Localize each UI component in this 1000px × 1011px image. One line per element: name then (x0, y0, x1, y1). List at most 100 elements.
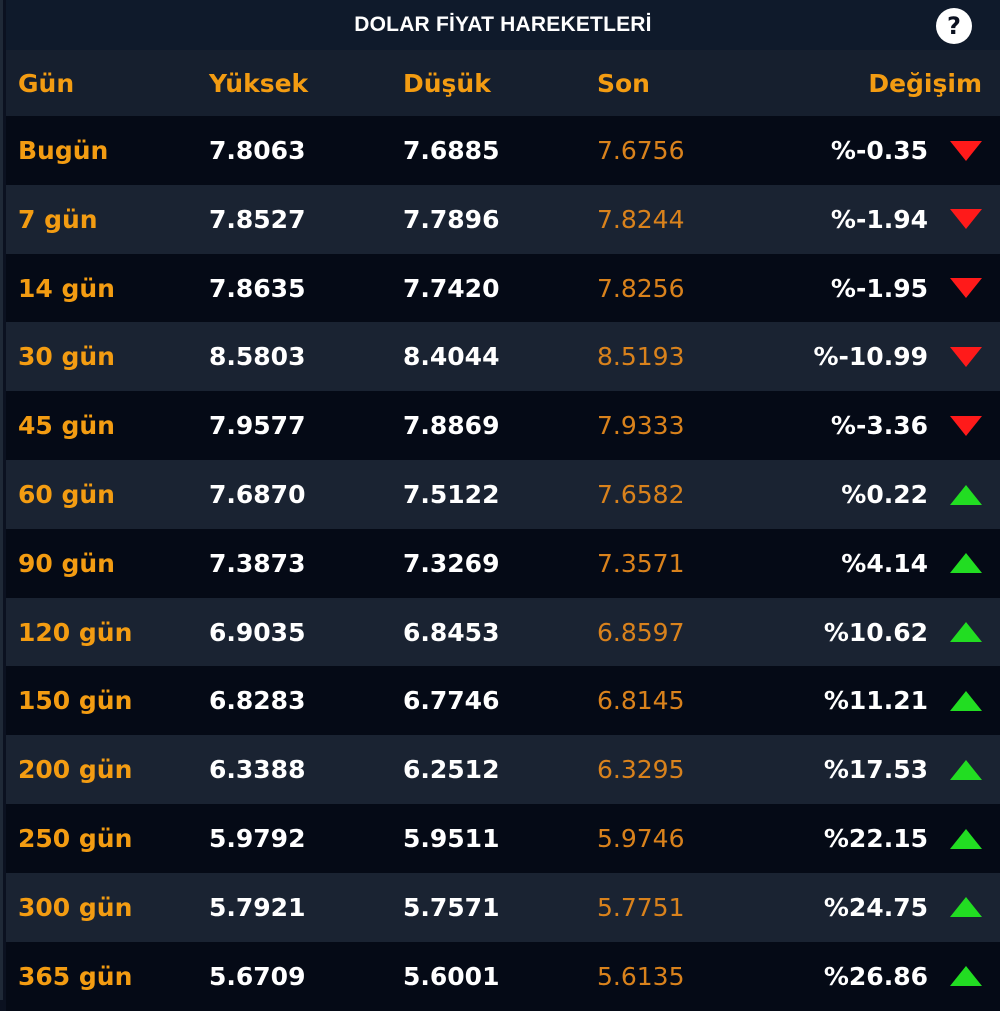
row-last: 7.6756 (597, 136, 685, 165)
row-last: 6.8597 (597, 617, 685, 647)
row-last: 8.5193 (597, 342, 685, 372)
row-period: 300 gün (18, 892, 133, 922)
row-change: %-3.36 (830, 411, 928, 441)
triangle-down-icon (950, 346, 982, 367)
row-period: Bugün (18, 136, 109, 165)
row-high: 8.5803 (209, 342, 306, 372)
table-row: 150 gün 6.8283 6.7746 6.8145 %11.21 (6, 666, 1000, 736)
row-change: %11.21 (823, 686, 928, 716)
row-high: 6.9035 (209, 617, 306, 647)
row-last: 7.8256 (597, 273, 685, 303)
row-change: %-10.99 (813, 342, 928, 372)
triangle-up-icon (950, 622, 982, 643)
row-low: 8.4044 (403, 342, 500, 372)
table-row: 30 gün 8.5803 8.4044 8.5193 %-10.99 (6, 322, 1000, 392)
row-low: 7.6885 (403, 136, 500, 165)
row-period: 150 gün (18, 686, 133, 716)
row-change: %-1.94 (830, 204, 928, 234)
triangle-up-icon (950, 553, 982, 574)
row-low: 7.8869 (403, 411, 500, 441)
row-low: 6.2512 (403, 755, 500, 785)
row-change: %17.53 (823, 755, 928, 785)
row-high: 7.6870 (209, 480, 306, 509)
row-change: %0.22 (841, 480, 928, 509)
row-high: 5.9792 (209, 824, 306, 853)
row-change: %26.86 (823, 961, 928, 991)
title-bar: DOLAR FİYAT HAREKETLERİ ? (6, 0, 1000, 50)
row-period: 7 gün (18, 204, 98, 234)
row-low: 7.7896 (403, 204, 500, 234)
table-row: 14 gün 7.8635 7.7420 7.8256 %-1.95 (6, 253, 1000, 323)
row-high: 6.8283 (209, 686, 306, 716)
row-low: 7.3269 (403, 548, 500, 578)
header-gun: Gün (18, 68, 75, 98)
triangle-up-icon (950, 828, 982, 849)
triangle-up-icon (950, 966, 982, 987)
row-last: 5.9746 (597, 824, 685, 853)
row-low: 7.5122 (403, 480, 500, 509)
row-high: 7.3873 (209, 548, 306, 578)
row-last: 6.8145 (597, 686, 685, 716)
help-icon[interactable]: ? (936, 8, 972, 44)
header-degisim: Değişim (868, 68, 982, 98)
row-period: 90 gün (18, 548, 115, 578)
triangle-up-icon (950, 897, 982, 918)
row-high: 7.8063 (209, 136, 306, 165)
triangle-up-icon (950, 484, 982, 505)
row-period: 365 gün (18, 961, 133, 991)
row-period: 200 gün (18, 755, 133, 785)
table-header: Gün Yüksek Düşük Son Değişim (6, 50, 1000, 116)
row-high: 7.8527 (209, 204, 306, 234)
table-row: 120 gün 6.9035 6.8453 6.8597 %10.62 (6, 597, 1000, 667)
triangle-down-icon (950, 140, 982, 161)
row-last: 6.3295 (597, 755, 685, 785)
row-change: %22.15 (823, 824, 928, 853)
triangle-up-icon (950, 759, 982, 780)
header-dusuk: Düşük (403, 68, 491, 98)
row-change: %10.62 (823, 617, 928, 647)
table-row: 300 gün 5.7921 5.7571 5.7751 %24.75 (6, 872, 1000, 942)
header-son: Son (597, 68, 650, 98)
price-movements-widget: DOLAR FİYAT HAREKETLERİ ? Gün Yüksek Düş… (0, 0, 1000, 1011)
table-row: 90 gün 7.3873 7.3269 7.3571 %4.14 (6, 528, 1000, 598)
row-change: %-1.95 (830, 273, 928, 303)
row-last: 7.6582 (597, 480, 685, 509)
widget-title: DOLAR FİYAT HAREKETLERİ (354, 13, 652, 36)
row-period: 30 gün (18, 342, 115, 372)
triangle-down-icon (950, 278, 982, 299)
table-row: 365 gün 5.6709 5.6001 5.6135 %26.86 (6, 941, 1000, 1011)
row-period: 250 gün (18, 824, 133, 853)
header-yuksek: Yüksek (209, 68, 309, 98)
table-row: 200 gün 6.3388 6.2512 6.3295 %17.53 (6, 735, 1000, 805)
table-row: 7 gün 7.8527 7.7896 7.8244 %-1.94 (6, 184, 1000, 254)
row-low: 5.9511 (403, 824, 500, 853)
row-period: 120 gün (18, 617, 133, 647)
table-row: 250 gün 5.9792 5.9511 5.9746 %22.15 (6, 804, 1000, 873)
row-change: %4.14 (841, 548, 928, 578)
row-last: 7.3571 (597, 548, 685, 578)
triangle-down-icon (950, 415, 982, 436)
row-last: 7.9333 (597, 411, 685, 441)
row-high: 5.6709 (209, 961, 306, 991)
table-row: 45 gün 7.9577 7.8869 7.9333 %-3.36 (6, 391, 1000, 461)
row-low: 5.7571 (403, 892, 500, 922)
table-row: 60 gün 7.6870 7.5122 7.6582 %0.22 (6, 460, 1000, 529)
row-low: 7.7420 (403, 273, 500, 303)
row-change: %-0.35 (830, 136, 928, 165)
row-period: 14 gün (18, 273, 115, 303)
row-period: 45 gün (18, 411, 115, 441)
row-high: 7.8635 (209, 273, 306, 303)
table-row: Bugün 7.8063 7.6885 7.6756 %-0.35 (6, 116, 1000, 185)
row-last: 7.8244 (597, 204, 685, 234)
triangle-down-icon (950, 209, 982, 230)
row-change: %24.75 (823, 892, 928, 922)
triangle-up-icon (950, 690, 982, 711)
row-high: 7.9577 (209, 411, 306, 441)
row-last: 5.6135 (597, 961, 685, 991)
row-low: 5.6001 (403, 961, 500, 991)
row-last: 5.7751 (597, 892, 685, 922)
row-high: 5.7921 (209, 892, 306, 922)
row-low: 6.8453 (403, 617, 500, 647)
row-period: 60 gün (18, 480, 115, 509)
row-low: 6.7746 (403, 686, 500, 716)
